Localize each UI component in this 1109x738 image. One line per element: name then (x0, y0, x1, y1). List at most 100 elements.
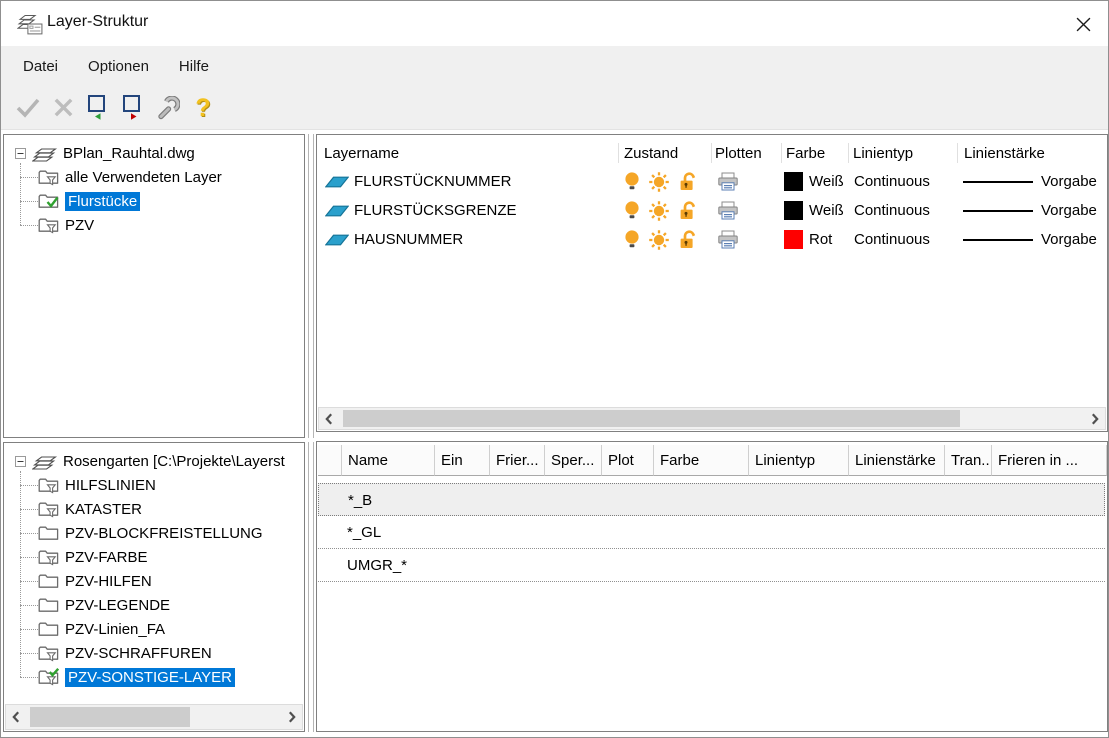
cancel-button[interactable] (50, 94, 76, 122)
wildcard-row[interactable]: *_GL (318, 516, 1105, 549)
sun-thawed-icon[interactable] (648, 171, 670, 193)
scroll-left-button[interactable] (6, 705, 26, 729)
wildcard-row[interactable]: UMGR_* (318, 549, 1105, 582)
menu-hilfe[interactable]: Hilfe (179, 58, 209, 75)
folder-icon (38, 524, 59, 542)
color-name: Rot (809, 225, 832, 254)
tree-stub (20, 581, 38, 582)
layer-row-flurstuecknummer[interactable]: FLURSTÜCKNUMMER Weiß Continuous Vorgabe (318, 167, 1106, 196)
tree-item-label: PZV (65, 217, 94, 234)
header-cell-frieren[interactable]: Frier... (490, 445, 545, 476)
help-button[interactable]: ? (190, 94, 216, 122)
header-separator (711, 143, 712, 163)
row-name: UMGR_* (318, 557, 407, 574)
tree-item-label: KATASTER (65, 501, 142, 518)
header-cell-linientyp[interactable]: Linientyp (749, 445, 849, 476)
drawing-tree-panel: BPlan_Rauhtal.dwg alle Verwendeten Layer… (3, 134, 305, 438)
tree-item-pzv-farbe[interactable]: PZV-FARBE (10, 545, 302, 569)
settings-button[interactable] (155, 94, 181, 122)
tree-stub (20, 533, 38, 534)
lock-open-icon[interactable] (677, 171, 697, 191)
scroll-thumb[interactable] (30, 707, 190, 727)
bulb-on-icon[interactable] (624, 200, 640, 220)
close-button[interactable] (1068, 9, 1098, 39)
lock-open-icon[interactable] (677, 229, 697, 249)
tree-stub (20, 201, 38, 202)
tree-item-pzv-hilfen[interactable]: PZV-HILFEN (10, 569, 302, 593)
horizontal-scrollbar[interactable] (318, 407, 1106, 430)
sun-thawed-icon[interactable] (648, 229, 670, 251)
apply-button[interactable] (15, 94, 41, 122)
minus-box-icon (15, 456, 26, 467)
tree-item-flurstuecke[interactable]: Flurstücke (10, 189, 302, 213)
scroll-thumb[interactable] (343, 410, 960, 427)
header-cell-empty[interactable] (318, 445, 342, 476)
header-cell-name[interactable]: Name (342, 445, 435, 476)
layer-row-flurstuecksgrenze[interactable]: FLURSTÜCKSGRENZE Weiß Continuous Vorgabe (318, 196, 1106, 225)
sun-thawed-icon[interactable] (648, 200, 670, 222)
col-linientyp: Linientyp (853, 141, 913, 167)
folder-icon (38, 620, 59, 638)
linetype-value: Continuous (854, 196, 930, 225)
scroll-left-button[interactable] (319, 408, 339, 429)
horizontal-scrollbar[interactable] (5, 704, 303, 730)
tree-item-label-selected: PZV-SONSTIGE-LAYER (65, 668, 235, 687)
color-name: Weiß (809, 196, 844, 225)
layer-state-next-button[interactable] (120, 94, 146, 122)
folder-check-icon (38, 192, 59, 210)
lineweight-sample (963, 239, 1033, 241)
tree-item-hilfslinien[interactable]: HILFSLINIEN (10, 473, 302, 497)
header-cell-ein[interactable]: Ein (435, 445, 490, 476)
scroll-right-button[interactable] (282, 705, 302, 729)
color-swatch[interactable] (784, 230, 803, 249)
printer-icon[interactable] (717, 172, 739, 191)
layer-table-panel: Layername Zustand Plotten Farbe Linienty… (316, 134, 1108, 432)
header-cell-transparenz[interactable]: Tran... (945, 445, 992, 476)
tree-item-pzv-blockfreistellung[interactable]: PZV-BLOCKFREISTELLUNG (10, 521, 302, 545)
tree-stub (20, 629, 38, 630)
color-swatch[interactable] (784, 201, 803, 220)
color-swatch[interactable] (784, 172, 803, 191)
menu-optionen[interactable]: Optionen (88, 58, 149, 75)
tree-item-label: alle Verwendeten Layer (65, 169, 222, 186)
tree-item-pzv-linien-fa[interactable]: PZV-Linien_FA (10, 617, 302, 641)
blue-square-right-arrow-icon (121, 94, 145, 121)
header-cell-linienstaerke[interactable]: Linienstärke (849, 445, 945, 476)
tree-item-pzv[interactable]: PZV (10, 213, 302, 237)
tree-item-kataster[interactable]: KATASTER (10, 497, 302, 521)
printer-icon[interactable] (717, 201, 739, 220)
header-cell-plot[interactable]: Plot (602, 445, 654, 476)
tree-item-pzv-legende[interactable]: PZV-LEGENDE (10, 593, 302, 617)
wildcard-table-panel: Name Ein Frier... Sper... Plot Farbe Lin… (316, 441, 1108, 732)
wrench-icon (156, 96, 180, 120)
minus-box-icon (15, 148, 26, 159)
tree-root-bplan[interactable]: BPlan_Rauhtal.dwg (10, 141, 302, 165)
tree-item-alle-verwendeten-layer[interactable]: alle Verwendeten Layer (10, 165, 302, 189)
layer-parallelogram-icon (325, 176, 349, 188)
tree-item-pzv-sonstige-layer[interactable]: PZV-SONSTIGE-LAYER (10, 665, 302, 689)
tree-root-rosengarten[interactable]: Rosengarten [C:\Projekte\Layerst (10, 449, 302, 473)
printer-icon[interactable] (717, 230, 739, 249)
header-cell-farbe[interactable]: Farbe (654, 445, 749, 476)
folder-filter-icon (38, 476, 59, 494)
tree-expander[interactable] (15, 456, 26, 467)
window-title: Layer-Struktur (47, 13, 148, 31)
lock-open-icon[interactable] (677, 200, 697, 220)
bulb-on-icon[interactable] (624, 171, 640, 191)
tree-expander[interactable] (15, 148, 26, 159)
scroll-right-button[interactable] (1085, 408, 1105, 429)
header-separator (957, 143, 958, 163)
tree-item-pzv-schraffuren[interactable]: PZV-SCHRAFFUREN (10, 641, 302, 665)
tree-stub (20, 225, 38, 226)
layer-state-previous-button[interactable] (85, 94, 111, 122)
vertical-splitter[interactable] (308, 134, 314, 438)
header-cell-sperren[interactable]: Sper... (545, 445, 602, 476)
wildcard-row-selected[interactable]: *_B (318, 483, 1105, 516)
bulb-on-icon[interactable] (624, 229, 640, 249)
tree-stub (20, 677, 38, 678)
layer-row-hausnummer[interactable]: HAUSNUMMER Rot Continuous Vorgabe (318, 225, 1106, 254)
vertical-splitter[interactable] (308, 442, 314, 732)
header-cell-frieren-in[interactable]: Frieren in ... (992, 445, 1107, 476)
tree-root-label: BPlan_Rauhtal.dwg (63, 145, 195, 162)
menu-datei[interactable]: Datei (23, 58, 58, 75)
